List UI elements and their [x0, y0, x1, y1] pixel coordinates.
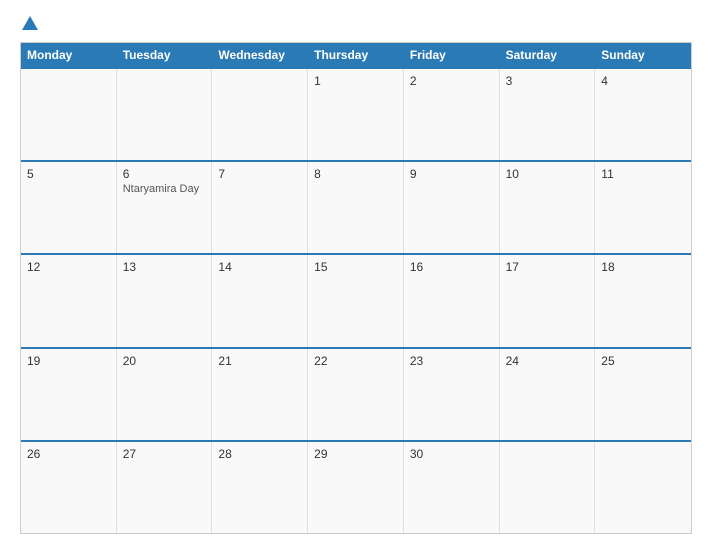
calendar-grid: MondayTuesdayWednesdayThursdayFridaySatu…	[20, 42, 692, 534]
event-label: Ntaryamira Day	[123, 183, 206, 195]
calendar-cell: 20	[117, 349, 213, 440]
header-day-saturday: Saturday	[500, 43, 596, 67]
calendar-page: MondayTuesdayWednesdayThursdayFridaySatu…	[0, 0, 712, 550]
calendar-cell	[117, 69, 213, 160]
header-day-sunday: Sunday	[595, 43, 691, 67]
calendar-cell: 16	[404, 255, 500, 346]
calendar-cell: 22	[308, 349, 404, 440]
day-number: 14	[218, 260, 301, 274]
calendar-cell: 4	[595, 69, 691, 160]
calendar-cell	[595, 442, 691, 533]
calendar-cell: 15	[308, 255, 404, 346]
day-number: 9	[410, 167, 493, 181]
calendar-cell: 1	[308, 69, 404, 160]
day-number: 21	[218, 354, 301, 368]
calendar-cell: 12	[21, 255, 117, 346]
header-day-monday: Monday	[21, 43, 117, 67]
header-day-thursday: Thursday	[308, 43, 404, 67]
calendar-cell: 6 Ntaryamira Day	[117, 162, 213, 253]
day-number: 10	[506, 167, 589, 181]
calendar-cell: 17	[500, 255, 596, 346]
calendar-cell: 7	[212, 162, 308, 253]
logo	[20, 16, 38, 32]
day-number: 20	[123, 354, 206, 368]
calendar-cell: 19	[21, 349, 117, 440]
day-number: 29	[314, 447, 397, 461]
calendar-week-3: 12 13 14 15 16 17 18	[21, 253, 691, 346]
day-number: 12	[27, 260, 110, 274]
day-number: 3	[506, 74, 589, 88]
calendar-week-1: 1234	[21, 67, 691, 160]
header-day-friday: Friday	[404, 43, 500, 67]
day-number: 5	[27, 167, 110, 181]
calendar-cell: 23	[404, 349, 500, 440]
header-day-wednesday: Wednesday	[212, 43, 308, 67]
calendar-cell: 14	[212, 255, 308, 346]
day-number: 13	[123, 260, 206, 274]
day-number: 30	[410, 447, 493, 461]
day-number: 8	[314, 167, 397, 181]
header	[20, 16, 692, 32]
day-number: 24	[506, 354, 589, 368]
calendar-week-2: 56 Ntaryamira Day 789 10 11	[21, 160, 691, 253]
calendar-cell	[212, 69, 308, 160]
calendar-cell: 26	[21, 442, 117, 533]
calendar-cell: 5	[21, 162, 117, 253]
calendar-cell: 27	[117, 442, 213, 533]
day-number: 27	[123, 447, 206, 461]
day-number: 1	[314, 74, 397, 88]
day-number: 28	[218, 447, 301, 461]
day-number: 17	[506, 260, 589, 274]
calendar-cell: 2	[404, 69, 500, 160]
day-number: 16	[410, 260, 493, 274]
day-number: 26	[27, 447, 110, 461]
calendar-cell: 28	[212, 442, 308, 533]
day-number: 22	[314, 354, 397, 368]
calendar-cell: 8	[308, 162, 404, 253]
calendar-cell: 21	[212, 349, 308, 440]
day-number: 18	[601, 260, 685, 274]
calendar-body: 123456Ntaryamira Day78910111213141516171…	[21, 67, 691, 533]
calendar-cell: 9	[404, 162, 500, 253]
day-number: 6	[123, 167, 206, 181]
day-number: 7	[218, 167, 301, 181]
calendar-week-5: 26 27 28 29 30	[21, 440, 691, 533]
day-number: 15	[314, 260, 397, 274]
calendar-cell: 13	[117, 255, 213, 346]
calendar-cell: 25	[595, 349, 691, 440]
day-number: 25	[601, 354, 685, 368]
day-number: 4	[601, 74, 685, 88]
logo-triangle-icon	[22, 16, 38, 30]
calendar-cell: 11	[595, 162, 691, 253]
calendar-cell: 29	[308, 442, 404, 533]
calendar-cell: 24	[500, 349, 596, 440]
day-number: 19	[27, 354, 110, 368]
calendar-week-4: 19 20 21 22 23 24 25	[21, 347, 691, 440]
header-day-tuesday: Tuesday	[117, 43, 213, 67]
calendar-cell	[21, 69, 117, 160]
calendar-header: MondayTuesdayWednesdayThursdayFridaySatu…	[21, 43, 691, 67]
calendar-cell: 3	[500, 69, 596, 160]
calendar-cell: 10	[500, 162, 596, 253]
calendar-cell: 30	[404, 442, 500, 533]
day-number: 2	[410, 74, 493, 88]
day-number: 11	[601, 167, 685, 181]
day-number: 23	[410, 354, 493, 368]
calendar-cell	[500, 442, 596, 533]
calendar-cell: 18	[595, 255, 691, 346]
